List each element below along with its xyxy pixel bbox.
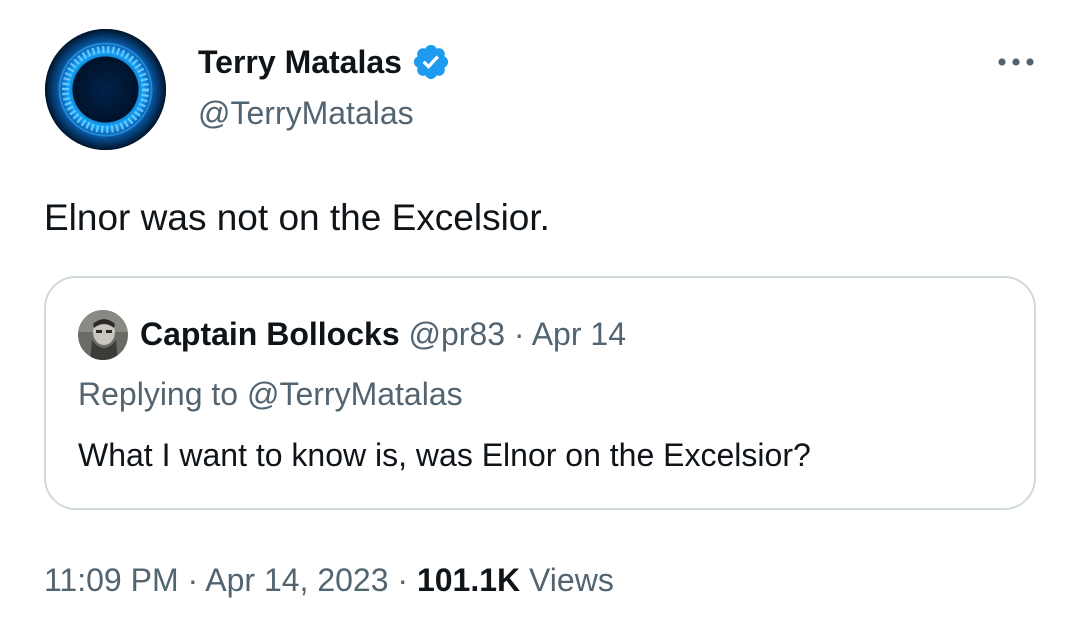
author-name-text: Terry Matalas (198, 44, 402, 80)
tweet-date[interactable]: Apr 14, 2023 (205, 562, 388, 598)
tweet-time[interactable]: 11:09 PM (44, 562, 179, 598)
tweet-meta-separator-2: · (397, 562, 409, 598)
quote-text: What I want to know is, was Elnor on the… (78, 437, 811, 473)
quote-author-handle[interactable]: @pr83 (409, 316, 506, 352)
tweet-metadata: 11:09 PM · Apr 14, 2023 · 101.1K Views (44, 560, 614, 600)
views-count[interactable]: 101.1K (417, 562, 520, 598)
author-avatar[interactable] (45, 29, 166, 150)
quote-header: Captain Bollocks @pr83 · Apr 14 (140, 314, 626, 354)
quote-replying-to: Replying to @TerryMatalas (78, 376, 463, 412)
quote-author-name[interactable]: Captain Bollocks (140, 316, 400, 352)
views-label: Views (529, 562, 614, 598)
grayscale-portrait-avatar-icon (78, 310, 128, 360)
tweet-meta-separator: · (187, 562, 199, 598)
blue-ring-light-avatar-icon (45, 29, 166, 150)
quote-separator: · (513, 316, 525, 352)
quote-date[interactable]: Apr 14 (532, 316, 626, 352)
verified-badge-icon (411, 42, 451, 82)
quote-author-avatar[interactable] (78, 310, 128, 360)
author-display-name[interactable]: Terry Matalas (198, 42, 451, 82)
author-handle[interactable]: @TerryMatalas (198, 94, 414, 132)
quoted-tweet-card[interactable]: Captain Bollocks @pr83 · Apr 14 Replying… (44, 276, 1036, 510)
tweet-text: Elnor was not on the Excelsior. (44, 197, 550, 238)
more-horizontal-icon[interactable] (996, 50, 1036, 74)
